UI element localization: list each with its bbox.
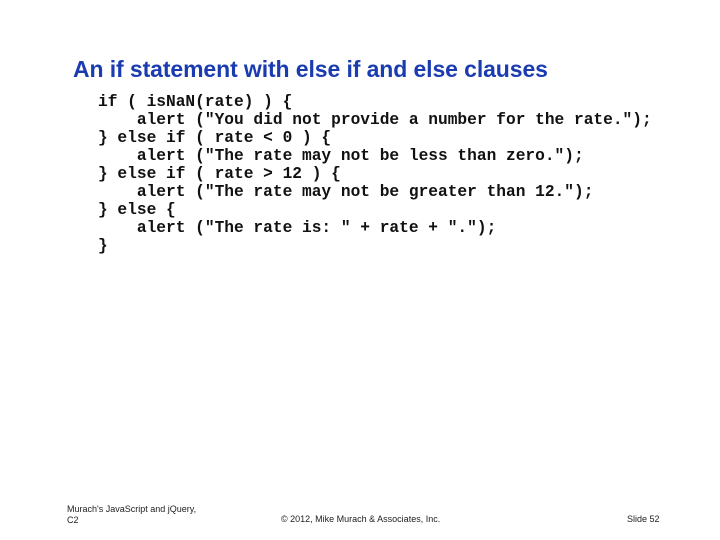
- code-line: }: [98, 237, 108, 255]
- code-line: if ( isNaN(rate) ) {: [98, 93, 293, 111]
- footer-book-line-2: C2: [67, 515, 79, 525]
- code-block: if ( isNaN(rate) ) { alert ("You did not…: [98, 93, 652, 255]
- code-line: alert ("The rate may not be greater than…: [98, 183, 594, 201]
- code-line: } else {: [98, 201, 176, 219]
- code-line: alert ("The rate is: " + rate + ".");: [98, 219, 497, 237]
- code-line: alert ("The rate may not be less than ze…: [98, 147, 584, 165]
- code-line: alert ("You did not provide a number for…: [98, 111, 652, 129]
- code-line: } else if ( rate > 12 ) {: [98, 165, 341, 183]
- footer-book-line-1: Murach's JavaScript and jQuery,: [67, 504, 197, 514]
- code-line: } else if ( rate < 0 ) {: [98, 129, 332, 147]
- slide: An if statement with else if and else cl…: [0, 0, 720, 540]
- footer-book-title: Murach's JavaScript and jQuery, C2: [67, 504, 196, 526]
- slide-title: An if statement with else if and else cl…: [73, 56, 548, 82]
- footer-copyright: © 2012, Mike Murach & Associates, Inc.: [281, 514, 441, 524]
- footer-slide-number: Slide 52: [627, 514, 660, 524]
